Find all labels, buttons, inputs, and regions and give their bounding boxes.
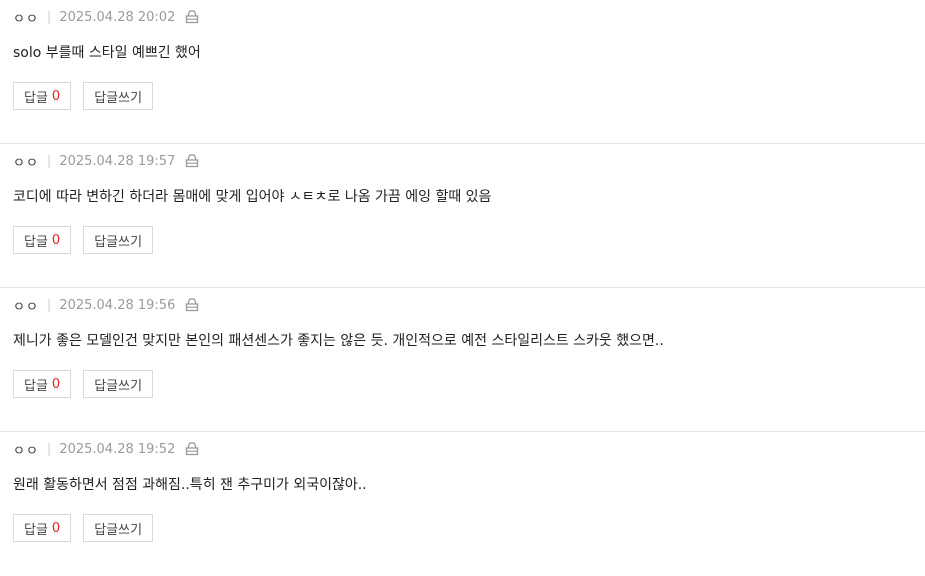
reply-label: 답글 <box>24 378 48 394</box>
lock-icon <box>185 10 199 24</box>
comment-actions: 답글 0 답글쓰기 <box>13 514 154 542</box>
write-reply-button[interactable]: 답글쓰기 <box>83 226 154 254</box>
comment-date: 2025.04.28 19:56 <box>59 297 176 313</box>
comment-author: ㅇㅇ <box>13 11 39 27</box>
comment-text: 코디에 따라 변하긴 하더라 몸매에 맞게 입어야 ㅅㅌㅊ로 나옴 가끔 에잉 … <box>13 189 492 205</box>
meta-separator: | <box>46 297 52 313</box>
comment-author: ㅇㅇ <box>13 155 39 171</box>
reply-label: 답글 <box>24 522 48 538</box>
comment-author: ㅇㅇ <box>13 299 39 315</box>
comment-text: solo 부를때 스타일 예쁘긴 했어 <box>13 45 201 61</box>
reply-count-button[interactable]: 답글 0 <box>13 514 72 542</box>
comment-meta: ㅇㅇ | 2025.04.28 20:02 <box>13 7 199 27</box>
meta-separator: | <box>46 153 52 169</box>
comment-meta: ㅇㅇ | 2025.04.28 19:56 <box>13 295 199 315</box>
comment-item: ㅇㅇ | 2025.04.28 19:52 원래 활동하면서 점점 과해짐..특… <box>0 432 925 576</box>
meta-separator: | <box>46 9 52 25</box>
write-reply-button[interactable]: 답글쓰기 <box>83 514 154 542</box>
comment-item: ㅇㅇ | 2025.04.28 19:57 코디에 따라 변하긴 하더라 몸매에… <box>0 144 925 288</box>
lock-icon <box>185 442 199 456</box>
comment-actions: 답글 0 답글쓰기 <box>13 370 154 398</box>
reply-count: 0 <box>51 520 61 536</box>
comment-text: 제니가 좋은 모델인건 맞지만 본인의 패션센스가 좋지는 않은 듯. 개인적으… <box>13 333 664 349</box>
comment-date: 2025.04.28 19:57 <box>59 153 176 169</box>
comment-date: 2025.04.28 20:02 <box>59 9 176 25</box>
lock-icon <box>185 298 199 312</box>
comment-date: 2025.04.28 19:52 <box>59 441 176 457</box>
reply-count-button[interactable]: 답글 0 <box>13 82 72 110</box>
comment-meta: ㅇㅇ | 2025.04.28 19:52 <box>13 439 199 459</box>
reply-count-button[interactable]: 답글 0 <box>13 226 72 254</box>
write-reply-button[interactable]: 답글쓰기 <box>83 82 154 110</box>
comment-item: ㅇㅇ | 2025.04.28 19:56 제니가 좋은 모델인건 맞지만 본인… <box>0 288 925 432</box>
comment-author: ㅇㅇ <box>13 443 39 459</box>
comment-item: ㅇㅇ | 2025.04.28 20:02 solo 부를때 스타일 예쁘긴 했… <box>0 0 925 144</box>
reply-count: 0 <box>51 232 61 248</box>
comment-actions: 답글 0 답글쓰기 <box>13 82 154 110</box>
meta-separator: | <box>46 441 52 457</box>
reply-count: 0 <box>51 376 61 392</box>
reply-label: 답글 <box>24 234 48 250</box>
comment-meta: ㅇㅇ | 2025.04.28 19:57 <box>13 151 199 171</box>
comment-text: 원래 활동하면서 점점 과해짐..특히 잰 추구미가 외국이잖아.. <box>13 477 367 493</box>
write-reply-button[interactable]: 답글쓰기 <box>83 370 154 398</box>
reply-label: 답글 <box>24 90 48 106</box>
reply-count: 0 <box>51 88 61 104</box>
reply-count-button[interactable]: 답글 0 <box>13 370 72 398</box>
comment-actions: 답글 0 답글쓰기 <box>13 226 154 254</box>
comment-list: ㅇㅇ | 2025.04.28 20:02 solo 부를때 스타일 예쁘긴 했… <box>0 0 925 576</box>
lock-icon <box>185 154 199 168</box>
